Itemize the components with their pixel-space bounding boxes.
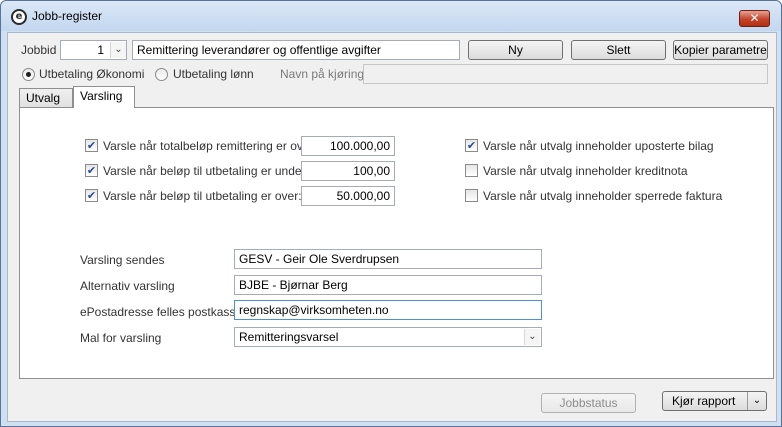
varsle-kreditnota-checkbox[interactable] — [465, 164, 478, 177]
varsle-totalbelop-checkbox[interactable]: ✔ — [85, 139, 98, 152]
chevron-down-icon[interactable]: ⌄ — [110, 42, 126, 58]
mal-for-varsling-select[interactable]: Remitteringsvarsel ⌄ — [234, 327, 542, 347]
varsle-sperrede-label: Varsle når utvalg inneholder sperrede fa… — [483, 189, 723, 203]
varsle-belop-over-checkbox[interactable]: ✔ — [85, 189, 98, 202]
close-button[interactable]: ✕ — [739, 10, 770, 27]
radio-utbetaling-okonomi-label: Utbetaling Økonomi — [39, 67, 145, 81]
chevron-down-icon[interactable]: ⌄ — [747, 392, 766, 410]
radio-utbetaling-lonn-label: Utbetaling lønn — [173, 67, 254, 81]
app-window: e Jobb-register ✕ Jobbid 1 ⌄ Remittering… — [0, 0, 782, 427]
varsle-uposterte-checkbox[interactable]: ✔ — [465, 139, 478, 152]
tab-utvalg[interactable]: Utvalg — [19, 88, 73, 108]
kjor-rapport-button[interactable]: Kjør rapport ⌄ — [662, 391, 767, 411]
chevron-down-icon[interactable]: ⌄ — [524, 329, 540, 345]
varsle-belop-under-input[interactable]: 100,00 — [301, 161, 395, 181]
varsle-sperrede-checkbox[interactable] — [465, 189, 478, 202]
mal-for-varsling-value: Remitteringsvarsel — [239, 330, 339, 344]
varsle-belop-under-checkbox[interactable]: ✔ — [85, 164, 98, 177]
window-title: Jobb-register — [32, 9, 103, 23]
epost-felles-postkasse-label: ePostadresse felles postkasse — [80, 305, 243, 319]
client-area: Jobbid 1 ⌄ Remittering leverandører og o… — [7, 32, 777, 422]
navn-pa-kjoring-input[interactable] — [363, 64, 768, 84]
varsle-belop-over-input[interactable]: 50.000,00 — [301, 186, 395, 206]
jobbid-label: Jobbid — [21, 43, 57, 57]
varsle-belop-under-label: Varsle når beløp til utbetaling er under… — [103, 164, 309, 178]
mal-for-varsling-label: Mal for varsling — [80, 331, 162, 345]
jobbid-value: 1 — [97, 43, 104, 57]
radio-utbetaling-lonn[interactable] — [155, 68, 168, 81]
kjor-rapport-label: Kjør rapport — [672, 394, 736, 408]
alternativ-varsling-label: Alternativ varsling — [80, 279, 175, 293]
varsling-sendes-input[interactable]: GESV - Geir Ole Sverdrupsen — [234, 249, 542, 269]
slett-button[interactable]: Slett — [571, 40, 666, 60]
app-logo-icon: e — [11, 9, 27, 25]
epost-felles-postkasse-input[interactable]: regnskap@virksomheten.no — [234, 300, 542, 320]
kopier-parametre-button[interactable]: Kopier parametre — [673, 40, 768, 60]
ny-button[interactable]: Ny — [468, 40, 563, 60]
title-bar: e Jobb-register ✕ — [1, 1, 781, 31]
alternativ-varsling-input[interactable]: BJBE - Bjørnar Berg — [234, 275, 542, 295]
varsling-sendes-label: Varsling sendes — [80, 253, 165, 267]
job-description-input[interactable]: Remittering leverandører og offentlige a… — [132, 40, 460, 60]
varsle-totalbelop-label: Varsle når totalbeløp remittering er ove… — [103, 139, 317, 153]
varsle-belop-over-label: Varsle når beløp til utbetaling er over: — [103, 189, 302, 203]
navn-pa-kjoring-label: Navn på kjøring — [280, 67, 365, 81]
jobbid-combo[interactable]: 1 ⌄ — [60, 40, 127, 60]
varsle-kreditnota-label: Varsle når utvalg inneholder kreditnota — [483, 164, 688, 178]
radio-utbetaling-okonomi[interactable] — [22, 68, 35, 81]
jobbstatus-button[interactable]: Jobbstatus — [541, 393, 636, 413]
tab-varsling[interactable]: Varsling — [73, 86, 135, 108]
varsle-totalbelop-input[interactable]: 100.000,00 — [301, 136, 395, 156]
varsle-uposterte-label: Varsle når utvalg inneholder uposterte b… — [483, 139, 714, 153]
